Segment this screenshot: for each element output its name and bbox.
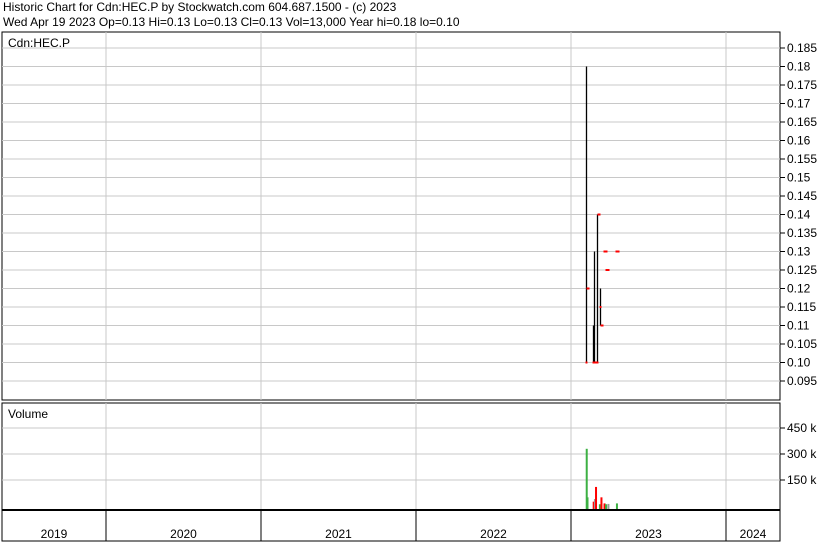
volume-bar: [615, 503, 618, 509]
close-mark: [606, 269, 610, 271]
price-tick-label: 0.155: [787, 152, 817, 166]
close-mark: [586, 287, 590, 290]
price-tick-label: 0.115: [787, 300, 816, 314]
price-tick-label: 0.10: [787, 356, 811, 370]
price-tick-label: 0.14: [787, 208, 811, 222]
price-tick-label: 0.13: [787, 245, 811, 259]
volume-panel-label: Volume: [8, 407, 48, 421]
close-mark: [597, 213, 601, 216]
open-mark: [585, 361, 588, 364]
price-tick-label: 0.125: [787, 263, 817, 277]
x-tick-label: 2023: [635, 527, 662, 541]
price-tick-label: 0.16: [787, 134, 811, 148]
x-tick-label: 2019: [41, 527, 68, 541]
volume-bar: [605, 504, 608, 509]
volume-bar: [607, 503, 610, 509]
close-mark: [600, 324, 604, 327]
price-tick-label: 0.135: [787, 226, 817, 240]
volume-tick-label: 150 k: [787, 473, 817, 487]
volume-bar: [600, 497, 603, 509]
price-tick-label: 0.105: [787, 337, 817, 351]
price-panel-frame: [1, 31, 781, 401]
volume-tick-label: 300 k: [787, 447, 817, 461]
volume-panel-frame: [1, 402, 781, 511]
x-tick-label: 2020: [170, 527, 197, 541]
price-tick-label: 0.18: [787, 60, 811, 74]
price-tick-label: 0.145: [787, 189, 817, 203]
close-mark: [616, 250, 620, 253]
price-tick-label: 0.095: [787, 374, 817, 388]
open-mark: [596, 361, 599, 364]
x-tick-label: 2022: [480, 527, 507, 541]
x-tick-label: 2024: [740, 527, 767, 541]
x-axis-frame: [1, 509, 781, 542]
chart-svg: Cdn:HEC.P Volume 0.1850.180.1750.170.165…: [1, 31, 817, 542]
volume-bar: [586, 497, 589, 509]
price-tick-label: 0.175: [787, 78, 817, 92]
volume-bar: [595, 486, 598, 509]
price-tick-label: 0.185: [787, 41, 817, 55]
price-tick-label: 0.15: [787, 171, 811, 185]
price-tick-label: 0.12: [787, 282, 811, 296]
open-mark: [599, 306, 602, 308]
close-mark: [604, 250, 608, 253]
price-tick-label: 0.17: [787, 97, 811, 111]
x-tick-label: 2021: [325, 527, 352, 541]
price-tick-label: 0.165: [787, 115, 817, 129]
price-tick-label: 0.11: [787, 319, 810, 333]
stock-chart: Historic Chart for Cdn:HEC.P by Stockwat…: [0, 0, 830, 543]
volume-tick-label: 450 k: [787, 421, 817, 435]
